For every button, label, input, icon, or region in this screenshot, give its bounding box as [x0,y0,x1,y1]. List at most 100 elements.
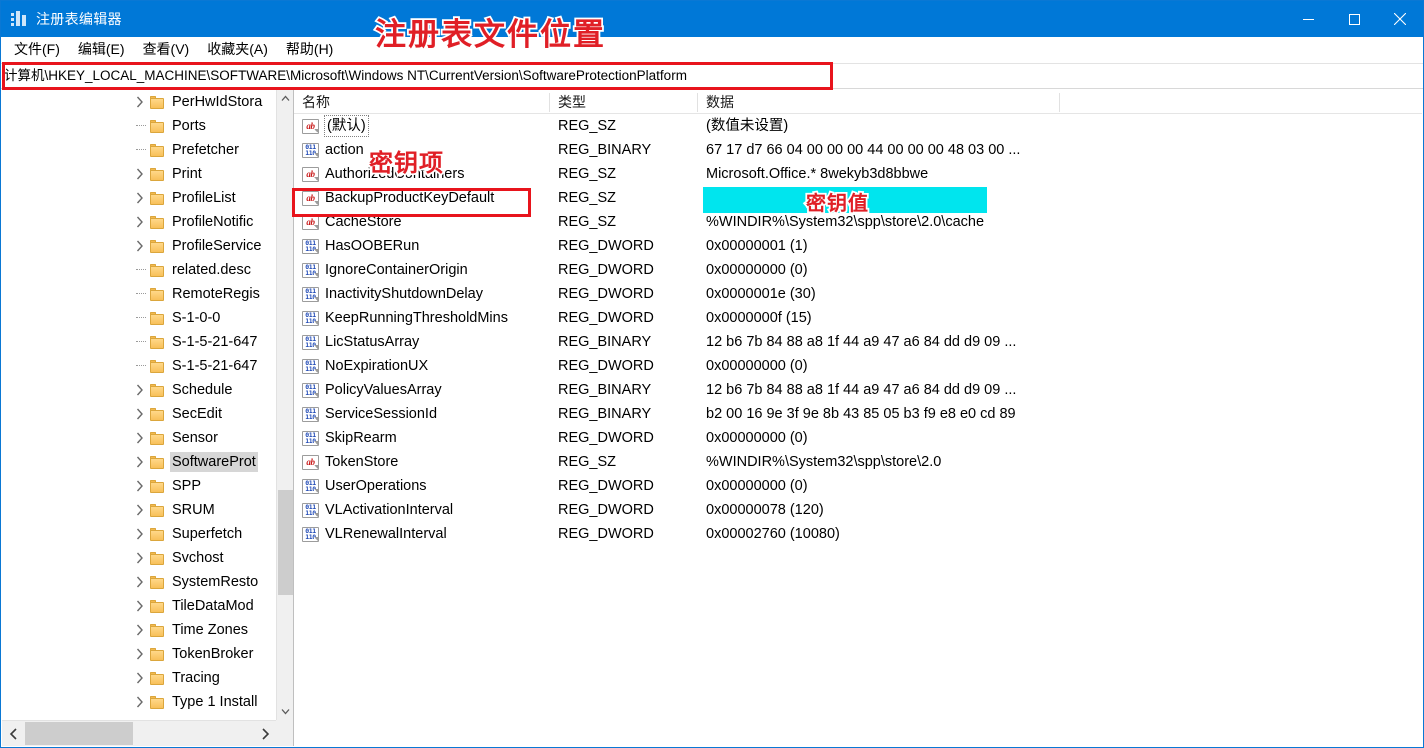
value-data-cell: 12 b6 7b 84 88 a8 1f 44 a9 47 a6 84 dd d… [698,332,1422,352]
chevron-right-icon[interactable] [133,599,147,613]
tree-vertical-scrollbar[interactable] [276,90,293,720]
value-row[interactable]: 011 110 IgnoreContainerOrigin REG_DWORD 0x00… [294,258,1422,282]
scroll-left-icon[interactable] [2,721,24,746]
tree-item[interactable]: Time Zones [2,618,276,642]
registry-values-list: ab (默认) REG_SZ (数值未设置) 011 110 action REG_BINAR… [294,114,1422,546]
value-row[interactable]: 011 110 SkipRearm REG_DWORD 0x00000000 (0) [294,426,1422,450]
tree-item[interactable]: RemoteRegis [2,282,276,306]
chevron-right-icon[interactable] [133,479,147,493]
value-name-cell: 011 110 KeepRunningThresholdMins [294,308,550,328]
tree-item-label: Time Zones [172,622,249,638]
tree-item[interactable]: Prefetcher [2,138,276,162]
tree-item[interactable]: Superfetch [2,522,276,546]
tree-item-label: SecEdit [172,406,222,422]
scroll-right-icon[interactable] [254,721,276,746]
menu-view[interactable]: 查看(V) [134,38,199,62]
chevron-right-icon[interactable] [133,239,147,253]
value-row[interactable]: 011 110 PolicyValuesArray REG_BINARY 12 b6 7… [294,378,1422,402]
value-row[interactable]: 011 110 ServiceSessionId REG_BINARY b2 00 16… [294,402,1422,426]
chevron-right-icon[interactable] [133,455,147,469]
chevron-right-icon[interactable] [133,383,147,397]
tree-item[interactable]: Type 1 Install [2,690,276,714]
chevron-right-icon[interactable] [133,191,147,205]
chevron-right-icon[interactable] [133,575,147,589]
tree-connector-icon [136,341,146,343]
tree-item[interactable]: SPP [2,474,276,498]
chevron-right-icon[interactable] [133,623,147,637]
tree-item[interactable]: Sensor [2,426,276,450]
value-row[interactable]: ab AuthorizedContainers REG_SZ Microsoft.Of… [294,162,1422,186]
value-data-cell: 0x0000001e (30) [698,284,1422,304]
tree-item[interactable]: S-1-5-21-647 [2,330,276,354]
scroll-down-icon[interactable] [277,703,293,720]
folder-icon [150,335,164,349]
value-row[interactable]: 011 110 VLActivationInterval REG_DWORD 0x000… [294,498,1422,522]
column-header-name[interactable]: 名称 [294,90,550,114]
chevron-right-icon[interactable] [133,503,147,517]
value-row[interactable]: 011 110 UserOperations REG_DWORD 0x00000000 … [294,474,1422,498]
column-header-type[interactable]: 类型 [550,90,698,114]
minimize-button[interactable] [1285,1,1331,37]
chevron-right-icon[interactable] [133,695,147,709]
chevron-right-icon[interactable] [133,527,147,541]
scroll-up-icon[interactable] [277,90,293,107]
menu-file[interactable]: 文件(F) [5,38,69,62]
tree-item[interactable]: SoftwareProt [2,450,276,474]
chevron-right-icon[interactable] [133,95,147,109]
chevron-right-icon[interactable] [133,407,147,421]
tree-item[interactable]: SecEdit [2,402,276,426]
tree-item[interactable]: ProfileService [2,234,276,258]
column-header-data[interactable]: 数据 [698,90,1060,114]
tree-item[interactable]: SRUM [2,498,276,522]
chevron-right-icon[interactable] [133,671,147,685]
value-row[interactable]: 011 110 HasOOBERun REG_DWORD 0x00000001 (1) [294,234,1422,258]
tree-item-label: S-1-5-21-647 [172,358,258,374]
address-bar[interactable]: 计算机\HKEY_LOCAL_MACHINE\SOFTWARE\Microsof… [1,63,1423,89]
value-row[interactable]: 011 110 NoExpirationUX REG_DWORD 0x00000000 … [294,354,1422,378]
tree-item[interactable]: SystemResto [2,570,276,594]
tree-item[interactable]: TileDataMod [2,594,276,618]
chevron-right-icon[interactable] [133,215,147,229]
tree-item[interactable]: Schedule [2,378,276,402]
value-row[interactable]: ab CacheStore REG_SZ %WINDIR%\System32\spp\… [294,210,1422,234]
tree-horizontal-scrollbar[interactable] [2,720,293,746]
title-bar: 注册表编辑器 [1,1,1423,37]
tree-item[interactable]: Tracing [2,666,276,690]
tree-item-label: SystemResto [172,574,259,590]
tree-item[interactable]: S-1-0-0 [2,306,276,330]
tree-item[interactable]: ProfileList [2,186,276,210]
value-name: InactivityShutdownDelay [325,286,483,302]
tree-item[interactable]: S-1-5-21-647 [2,354,276,378]
value-data: (数值未设置) [706,118,789,134]
value-row[interactable]: 011 110 VLRenewalInterval REG_DWORD 0x000027… [294,522,1422,546]
value-row[interactable]: ab TokenStore REG_SZ %WINDIR%\System32\spp\… [294,450,1422,474]
tree-item[interactable]: TokenBroker [2,642,276,666]
menu-favorites[interactable]: 收藏夹(A) [198,38,277,62]
value-row[interactable]: 011 110 action REG_BINARY 67 17 d7 66 04 00 … [294,138,1422,162]
chevron-right-icon[interactable] [133,167,147,181]
close-button[interactable] [1377,1,1423,37]
value-row[interactable]: 011 110 InactivityShutdownDelay REG_DWORD 0x… [294,282,1422,306]
tree-hscroll-thumb[interactable] [25,722,133,745]
chevron-right-icon[interactable] [133,431,147,445]
tree-item[interactable]: Print [2,162,276,186]
value-name: SkipRearm [325,430,397,446]
chevron-right-icon[interactable] [133,551,147,565]
menu-edit[interactable]: 编辑(E) [69,38,134,62]
tree-item[interactable]: PerHwIdStora [2,90,276,114]
folder-icon [150,599,164,613]
maximize-button[interactable] [1331,1,1377,37]
value-row[interactable]: ab (默认) REG_SZ (数值未设置) [294,114,1422,138]
folder-icon [150,647,164,661]
value-row[interactable]: 011 110 KeepRunningThresholdMins REG_DWORD 0… [294,306,1422,330]
tree-item[interactable]: Svchost [2,546,276,570]
value-name-cell: 011 110 UserOperations [294,476,550,496]
chevron-right-icon[interactable] [133,647,147,661]
value-name-cell: 011 110 action [294,140,550,160]
value-row[interactable]: 011 110 LicStatusArray REG_BINARY 12 b6 7b 8… [294,330,1422,354]
menu-help[interactable]: 帮助(H) [277,38,342,62]
tree-item[interactable]: related.desc [2,258,276,282]
tree-scroll-thumb[interactable] [278,490,293,595]
tree-item[interactable]: Ports [2,114,276,138]
tree-item[interactable]: ProfileNotific [2,210,276,234]
